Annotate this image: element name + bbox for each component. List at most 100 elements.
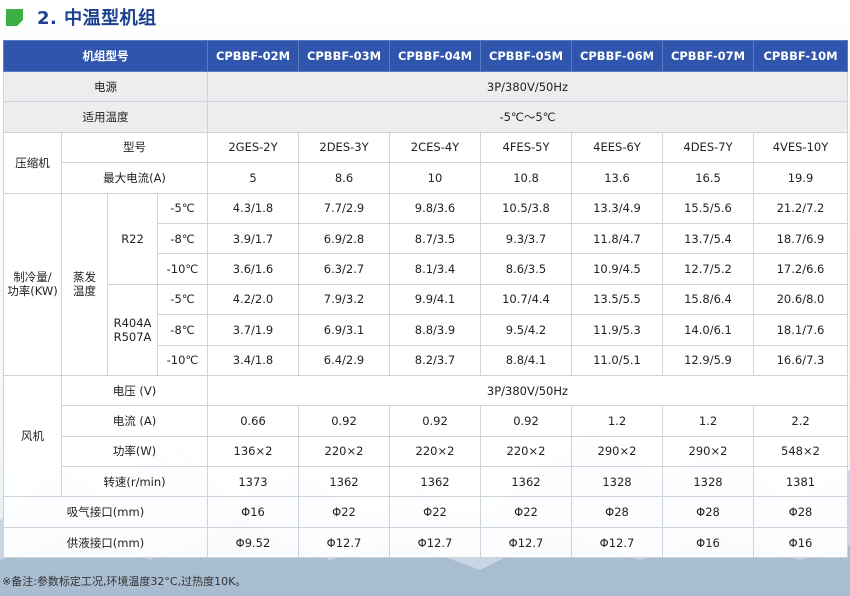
model-header: CPBBF-06M — [571, 40, 663, 72]
compressor-type-row: 压缩机 型号 2GES-2Y 2DES-3Y 2CES-4Y 4FES-5Y 4… — [3, 131, 848, 194]
table-cell: 11.8/4.7 — [571, 222, 663, 255]
power-row: 电源 3P/380V/50Hz — [3, 70, 848, 103]
table-cell: 20.6/8.0 — [753, 283, 848, 316]
temperature-value: -5℃～5℃ — [207, 101, 848, 133]
liquid-label: 供液接口(mm) — [3, 526, 208, 559]
model-header: CPBBF-03M — [298, 40, 390, 72]
evap-label-line2: 温度 — [73, 284, 96, 299]
table-cell: 9.9/4.1 — [389, 283, 481, 316]
table-cell: 6.9/3.1 — [298, 314, 390, 346]
table-cell: 5 — [207, 162, 299, 194]
compressor-type-label: 型号 — [61, 131, 208, 164]
table-cell: 220×2 — [298, 435, 390, 468]
table-cell: 220×2 — [389, 435, 481, 468]
table-cell: 0.92 — [298, 405, 390, 437]
table-cell: Φ12.7 — [298, 526, 390, 559]
table-cell: 136×2 — [207, 435, 299, 468]
r404a-line1: R404A — [113, 315, 152, 330]
table-cell: Φ12.7 — [480, 526, 572, 559]
table-cell: 290×2 — [662, 435, 754, 468]
table-cell: Φ28 — [662, 496, 754, 528]
evap-label-line1: 蒸发 — [73, 270, 96, 285]
table-cell: 1328 — [571, 466, 663, 498]
header-label: 机组型号 — [3, 40, 208, 72]
table-cell: 4VES-10Y — [753, 131, 848, 164]
table-cell: 4EES-6Y — [571, 131, 663, 164]
table-cell: 11.9/5.3 — [571, 314, 663, 346]
table-cell: 14.0/6.1 — [662, 314, 754, 346]
table-cell: 13.7/5.4 — [662, 222, 754, 255]
table-cell: 8.6 — [298, 162, 390, 194]
table-cell: 1.2 — [571, 405, 663, 437]
table-cell: 10.7/4.4 — [480, 283, 572, 316]
suction-row: 吸气接口(mm) Φ16 Φ22 Φ22 Φ22 Φ28 Φ28 Φ28 — [3, 496, 848, 528]
table-cell: 0.92 — [480, 405, 572, 437]
spec-table: 机组型号 CPBBF-02M CPBBF-03M CPBBF-04M CPBBF… — [3, 40, 848, 559]
table-cell: 10.9/4.5 — [571, 253, 663, 285]
table-cell: 4.2/2.0 — [207, 283, 299, 316]
refrigerant-r404a-label: R404A R507A — [107, 283, 158, 376]
evap-temp-value: -10℃ — [157, 253, 208, 285]
table-cell: 1362 — [389, 466, 481, 498]
section-heading: 2. 中温型机组 — [6, 4, 157, 30]
cooling-group-label: 制冷量/ 功率(KW) — [3, 192, 62, 376]
liquid-row: 供液接口(mm) Φ9.52 Φ12.7 Φ12.7 Φ12.7 Φ12.7 Φ… — [3, 526, 848, 559]
refrigerant-r22-label: R22 — [107, 192, 158, 285]
table-cell: Φ9.52 — [207, 526, 299, 559]
cooling-row: 制冷量/ 功率(KW) 蒸发 温度 R22 -5℃ 4.3/1.8 7.7/2.… — [3, 192, 848, 376]
table-cell: 13.6 — [571, 162, 663, 194]
model-header: CPBBF-05M — [480, 40, 572, 72]
table-cell: Φ22 — [389, 496, 481, 528]
evap-temp-value: -5℃ — [157, 192, 208, 224]
table-cell: 1328 — [662, 466, 754, 498]
cooling-label-line1: 制冷量/ — [13, 270, 52, 285]
table-cell: 8.8/3.9 — [389, 314, 481, 346]
table-cell: 10.8 — [480, 162, 572, 194]
table-cell: 9.8/3.6 — [389, 192, 481, 224]
table-cell: 0.66 — [207, 405, 299, 437]
table-cell: 2CES-4Y — [389, 131, 481, 164]
fan-voltage-value: 3P/380V/50Hz — [207, 374, 848, 407]
table-cell: 548×2 — [753, 435, 848, 468]
table-cell: 17.2/6.6 — [753, 253, 848, 285]
compressor-current-row: 最大电流(A) 5 8.6 10 10.8 13.6 16.5 19.9 — [4, 162, 848, 194]
section-title: 2. 中温型机组 — [37, 8, 157, 29]
fan-group-label: 风机 — [3, 374, 62, 498]
fan-power-label: 功率(W) — [61, 435, 208, 468]
model-header: CPBBF-04M — [389, 40, 481, 72]
table-cell: 3.9/1.7 — [207, 222, 299, 255]
table-cell: 6.4/2.9 — [298, 344, 390, 376]
model-header: CPBBF-02M — [207, 40, 299, 72]
evap-temp-label: 蒸发 温度 — [61, 192, 108, 376]
fan-current-label: 电流 (A) — [61, 405, 208, 437]
table-cell: 4.3/1.8 — [207, 192, 299, 224]
table-cell: 3.7/1.9 — [207, 314, 299, 346]
fan-voltage-label: 电压 (V) — [61, 374, 208, 407]
table-cell: 0.92 — [389, 405, 481, 437]
fan-voltage-row: 风机 电压 (V) 3P/380V/50Hz — [3, 374, 848, 498]
table-cell: 8.6/3.5 — [480, 253, 572, 285]
model-header: CPBBF-10M — [753, 40, 848, 72]
evap-temp-value: -8℃ — [157, 222, 208, 255]
table-cell: 4FES-5Y — [480, 131, 572, 164]
table-cell: 1362 — [480, 466, 572, 498]
table-cell: 1362 — [298, 466, 390, 498]
evap-temp-value: -5℃ — [157, 283, 208, 316]
cooling-row: R404A R507A -5℃ 4.2/2.0 7.9/3.2 9.9/4.1 … — [4, 283, 848, 376]
table-cell: 6.9/2.8 — [298, 222, 390, 255]
fan-power-row: 功率(W) 136×2 220×2 220×2 220×2 290×2 290×… — [4, 435, 848, 468]
table-cell: 8.8/4.1 — [480, 344, 572, 376]
table-cell: 13.5/5.5 — [571, 283, 663, 316]
table-cell: 16.6/7.3 — [753, 344, 848, 376]
fan-speed-label: 转速(r/min) — [61, 466, 208, 498]
table-cell: 8.7/3.5 — [389, 222, 481, 255]
table-cell: 10 — [389, 162, 481, 194]
table-cell: 13.3/4.9 — [571, 192, 663, 224]
evap-temp-value: -8℃ — [157, 314, 208, 346]
table-cell: Φ28 — [753, 496, 848, 528]
table-cell: Φ16 — [753, 526, 848, 559]
table-cell: 9.5/4.2 — [480, 314, 572, 346]
temperature-row: 适用温度 -5℃～5℃ — [3, 101, 848, 133]
power-label: 电源 — [3, 70, 208, 103]
table-cell: 2GES-2Y — [207, 131, 299, 164]
